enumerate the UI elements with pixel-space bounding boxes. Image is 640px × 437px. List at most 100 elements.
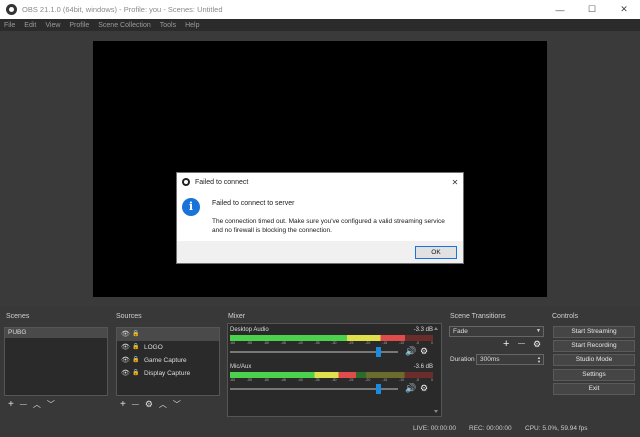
start-recording-button[interactable]: Start Recording [553, 340, 635, 352]
ok-button[interactable]: OK [415, 246, 457, 259]
settings-button[interactable]: Settings [553, 369, 635, 381]
menu-profile[interactable]: Profile [69, 22, 89, 29]
menu-view[interactable]: View [45, 22, 60, 29]
scale-tick-label: -15 [382, 378, 388, 382]
menu-file[interactable]: File [4, 22, 15, 29]
minimize-button[interactable]: — [544, 0, 576, 19]
scale-tick-label: -45 [280, 341, 286, 345]
duration-value: 300ms [480, 356, 500, 363]
remove-scene-button[interactable]: — [20, 401, 27, 408]
speaker-icon[interactable]: 🔊 [405, 383, 416, 394]
visibility-eye-icon[interactable]: 👁 [121, 328, 130, 341]
failed-to-connect-dialog: Failed to connect ✕ i Failed to connect … [176, 172, 464, 264]
visibility-eye-icon[interactable]: 👁 [121, 341, 130, 354]
scenes-dock-title: Scenes [3, 311, 108, 323]
menu-edit[interactable]: Edit [24, 22, 36, 29]
scenes-toolbar: + — ︿ ﹀ [8, 399, 61, 410]
add-transition-button[interactable]: + [503, 338, 509, 350]
source-label: Display Capture [144, 370, 191, 377]
remove-source-button[interactable]: — [132, 401, 139, 408]
dialog-footer: OK [177, 241, 463, 263]
meter-scale: -60 -55 -50 -45 -40 -35 -30 -25 -20 -15 -10 -5 0 [230, 378, 433, 384]
scene-item[interactable]: PUBG [5, 328, 107, 338]
add-source-button[interactable]: + [120, 399, 126, 410]
scale-tick-label: -20 [365, 378, 371, 382]
gear-icon[interactable]: ⚙ [420, 346, 428, 357]
exit-button[interactable]: Exit [553, 383, 635, 395]
move-scene-down-button[interactable]: ﹀ [47, 399, 55, 410]
duration-label: Duration [450, 356, 475, 363]
source-properties-gear-icon[interactable]: ⚙ [145, 399, 153, 410]
move-source-up-button[interactable]: ︿ [159, 399, 167, 410]
scale-tick-label: -10 [399, 378, 405, 382]
dialog-heading: Failed to connect to server [212, 200, 295, 207]
rec-timer: REC: 00:00:00 [469, 425, 512, 432]
maximize-button[interactable]: ☐ [576, 0, 608, 19]
cpu-fps-readout: CPU: 5.0%, 59.94 fps [525, 425, 588, 432]
visibility-eye-icon[interactable]: 👁 [121, 367, 130, 380]
volume-slider-handle[interactable] [375, 347, 381, 357]
channel-name: Mic/Aux [230, 364, 252, 370]
scale-tick-label: -55 [246, 341, 252, 345]
visibility-eye-icon[interactable]: 👁 [121, 354, 130, 367]
scale-tick-label: -40 [297, 341, 303, 345]
volume-slider[interactable] [230, 351, 398, 353]
volume-slider-handle[interactable] [375, 384, 381, 394]
volume-slider[interactable] [230, 388, 398, 390]
duration-spinbox[interactable]: 300ms ▲ ▼ [476, 354, 544, 365]
scale-tick-label: -50 [263, 378, 269, 382]
scenes-list[interactable]: PUBG [4, 327, 108, 396]
lock-icon[interactable]: 🔒 [132, 328, 141, 341]
scale-tick-label: -25 [348, 378, 354, 382]
transition-selected: Fade [453, 328, 468, 335]
add-scene-button[interactable]: + [8, 399, 14, 410]
lock-icon[interactable]: 🔒 [132, 341, 141, 354]
speaker-icon[interactable]: 🔊 [405, 346, 416, 357]
channel-name: Desktop Audio [230, 327, 269, 333]
source-item[interactable]: 👁 🔒 Game Capture [117, 354, 219, 367]
menu-help[interactable]: Help [185, 22, 199, 29]
source-item[interactable]: 👁 🔒 [117, 328, 219, 341]
sources-list[interactable]: 👁 🔒 👁 🔒 LOGO 👁 🔒 Game Capture 👁 🔒 Displa… [116, 327, 220, 396]
source-item[interactable]: 👁 🔒 Display Capture [117, 367, 219, 380]
chevron-down-icon: ▼ [536, 328, 541, 334]
start-streaming-button[interactable]: Start Streaming [553, 326, 635, 338]
move-scene-up-button[interactable]: ︿ [33, 399, 41, 410]
scale-tick-label: -45 [280, 378, 286, 382]
move-source-down-button[interactable]: ﹀ [173, 399, 181, 410]
obs-logo-icon [6, 4, 17, 15]
dialog-message: The connection timed out. Make sure you'… [212, 218, 445, 234]
remove-transition-button[interactable]: — [518, 340, 525, 347]
window-title: OBS 21.1.0 (64bit, windows) - Profile: y… [22, 5, 223, 14]
scale-tick-label: -5 [415, 378, 420, 382]
menu-tools[interactable]: Tools [160, 22, 176, 29]
dialog-close-button[interactable]: ✕ [447, 178, 463, 187]
status-bar: LIVE: 00:00:00 REC: 00:00:00 CPU: 5.0%, … [0, 422, 640, 437]
scale-tick-label: -40 [297, 378, 303, 382]
mixer-scrollbar[interactable] [433, 326, 439, 414]
gear-icon[interactable]: ⚙ [420, 383, 428, 394]
close-window-button[interactable]: ✕ [608, 0, 640, 19]
transitions-dock-title: Scene Transitions [447, 311, 547, 323]
studio-mode-button[interactable]: Studio Mode [553, 354, 635, 366]
source-label: Game Capture [144, 357, 187, 364]
audio-mixer: Desktop Audio -3.3 dB -60 -55 -50 -45 -40 -35… [227, 323, 442, 417]
mixer-dock-title: Mixer [225, 311, 445, 323]
scale-tick-label: -25 [348, 341, 354, 345]
preview-area [0, 31, 640, 307]
source-item[interactable]: 👁 🔒 LOGO [117, 341, 219, 354]
lock-icon[interactable]: 🔒 [132, 367, 141, 380]
spin-arrows-icon[interactable]: ▲ ▼ [537, 356, 541, 364]
transition-select[interactable]: Fade ▼ [449, 326, 544, 337]
obs-logo-icon [182, 178, 190, 186]
transition-gear-icon[interactable]: ⚙ [533, 339, 541, 350]
scale-tick-label: -30 [331, 341, 337, 345]
controls-dock-title: Controls [549, 311, 639, 323]
menu-scene-collection[interactable]: Scene Collection [98, 22, 151, 29]
dialog-title: Failed to connect [195, 178, 249, 186]
scale-tick-label: -60 [230, 341, 236, 345]
scale-tick-label: -15 [382, 341, 388, 345]
lock-icon[interactable]: 🔒 [132, 354, 141, 367]
channel-db: -3.3 dB [413, 327, 433, 333]
scale-tick-label: -10 [399, 341, 405, 345]
